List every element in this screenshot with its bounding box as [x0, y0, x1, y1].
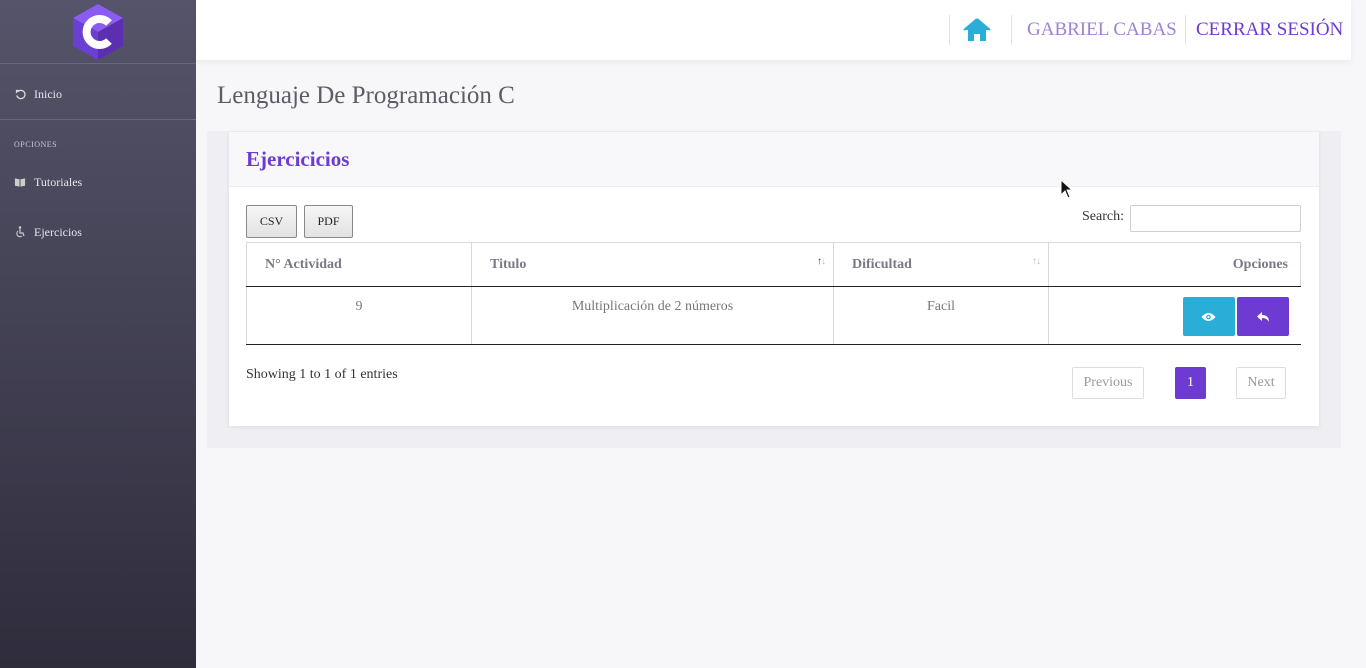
cell-numero: 9: [246, 286, 472, 345]
csv-export-button[interactable]: CSV: [246, 205, 297, 238]
column-header-numero[interactable]: N° Actividad: [246, 242, 472, 287]
exercises-card: Ejercicicios CSV PDF Search: N° Activida…: [229, 132, 1319, 426]
sidebar-item-ejercicios[interactable]: Ejercicios: [0, 222, 196, 242]
sidebar-item-tutoriales[interactable]: Tutoriales: [0, 172, 196, 192]
pagination-page-1[interactable]: 1: [1175, 367, 1206, 399]
pdf-export-button[interactable]: PDF: [304, 205, 353, 238]
column-header-titulo[interactable]: Titulo ↑↓: [471, 242, 834, 287]
sort-asc-icon: ↑↓: [817, 256, 826, 267]
search-input[interactable]: [1130, 205, 1301, 232]
sidebar-section-label: OPCIONES: [14, 140, 58, 149]
home-button[interactable]: [960, 14, 994, 46]
reply-icon: [1256, 311, 1269, 322]
sidebar-item-label: Tutoriales: [34, 174, 83, 189]
pagination-previous[interactable]: Previous: [1072, 367, 1144, 399]
card-header: Ejercicicios: [229, 132, 1319, 187]
topbar-divider: [1011, 15, 1012, 45]
wheelchair-icon: [14, 226, 26, 238]
sidebar-item-inicio[interactable]: Inicio: [0, 84, 196, 104]
column-header-dificultad[interactable]: Dificultad ↑↓: [833, 242, 1049, 287]
user-name-link[interactable]: GABRIEL CABAS: [1027, 19, 1177, 41]
mouse-cursor-icon: [1060, 179, 1074, 199]
view-button[interactable]: [1182, 297, 1235, 336]
topbar-divider: [1185, 15, 1186, 45]
topbar-divider: [949, 15, 950, 45]
pagination-next[interactable]: Next: [1236, 367, 1286, 399]
sidebar-item-label: Ejercicios: [34, 224, 82, 239]
table-row: 9 Multiplicación de 2 números Facil: [246, 286, 1301, 345]
table-info: Showing 1 to 1 of 1 entries: [246, 367, 398, 382]
exercises-table: N° Actividad Titulo ↑↓ Dificultad ↑↓ Opcio…: [246, 242, 1301, 345]
reply-button[interactable]: [1236, 297, 1289, 336]
column-header-opciones: Opciones: [1048, 242, 1301, 287]
logo-area: [0, 0, 196, 64]
search-label: Search:: [1082, 209, 1124, 224]
cell-opciones: [1048, 286, 1301, 345]
card-title: Ejercicicios: [246, 146, 350, 171]
eye-icon: [1201, 312, 1216, 321]
sidebar: Inicio OPCIONES Tutoriales Ejercicios: [0, 0, 196, 668]
table-header-row: N° Actividad Titulo ↑↓ Dificultad ↑↓ Opcio…: [246, 242, 1301, 287]
cell-titulo: Multiplicación de 2 números: [471, 286, 834, 345]
c-language-logo[interactable]: [71, 3, 125, 61]
page-title: Lenguaje De Programación C: [217, 82, 515, 109]
sort-icon: ↑↓: [1032, 256, 1041, 267]
cell-dificultad: Facil: [833, 286, 1049, 345]
sidebar-item-label: Inicio: [34, 86, 62, 101]
book-icon: [14, 176, 26, 188]
refresh-icon: [14, 88, 26, 100]
home-icon: [963, 18, 991, 41]
topbar: GABRIEL CABAS CERRAR SESIÓN: [196, 0, 1351, 60]
sidebar-divider: [0, 119, 196, 120]
logout-link[interactable]: CERRAR SESIÓN: [1196, 19, 1343, 41]
